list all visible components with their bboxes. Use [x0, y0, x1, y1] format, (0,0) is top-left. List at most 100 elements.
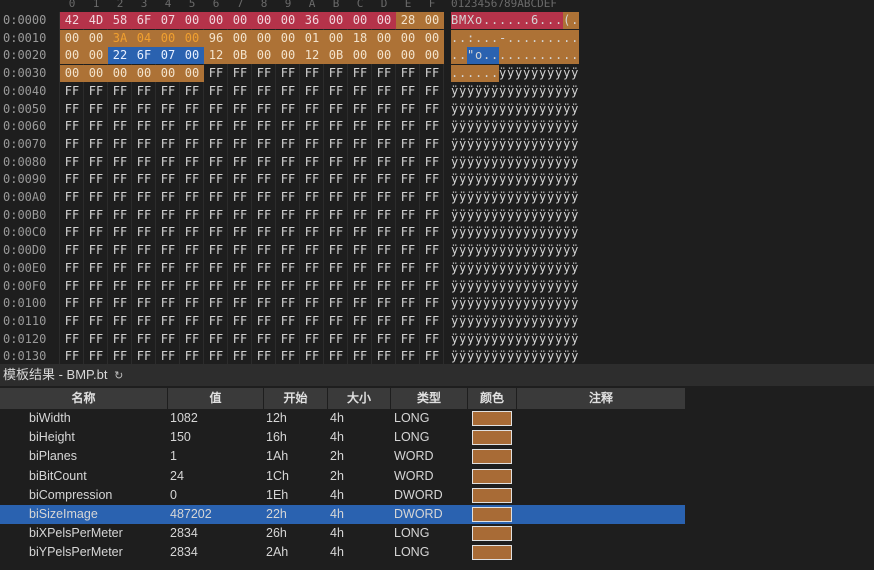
hex-byte[interactable]: FF — [276, 224, 300, 241]
hex-byte[interactable]: FF — [252, 348, 276, 364]
ascii-row[interactable]: .."o............ — [451, 47, 579, 64]
hex-byte[interactable]: FF — [396, 313, 420, 330]
ascii-row[interactable]: ÿÿÿÿÿÿÿÿÿÿÿÿÿÿÿÿ — [451, 101, 579, 118]
hex-byte[interactable]: FF — [324, 118, 348, 135]
hex-byte[interactable]: FF — [84, 136, 108, 153]
hex-byte[interactable]: FF — [228, 189, 252, 206]
hex-byte[interactable]: FF — [420, 331, 444, 348]
hex-byte[interactable]: FF — [252, 242, 276, 259]
hex-byte[interactable]: 00 — [324, 29, 348, 47]
ascii-row[interactable]: ÿÿÿÿÿÿÿÿÿÿÿÿÿÿÿÿ — [451, 313, 579, 330]
template-row[interactable]: biPlanes 1 1Ah 2h WORD — [0, 447, 685, 466]
template-row[interactable]: biCompression 0 1Eh 4h DWORD — [0, 486, 685, 505]
hex-byte[interactable]: FF — [276, 118, 300, 135]
hex-byte[interactable]: FF — [132, 348, 156, 364]
hex-byte[interactable]: FF — [252, 224, 276, 241]
hex-byte[interactable]: 00 — [276, 12, 300, 29]
hex-byte[interactable]: FF — [252, 83, 276, 100]
hex-byte[interactable]: FF — [60, 348, 84, 364]
hex-byte[interactable]: FF — [108, 295, 132, 312]
hex-byte[interactable]: FF — [60, 136, 84, 153]
hex-byte[interactable]: FF — [372, 348, 396, 364]
ascii-row[interactable]: ÿÿÿÿÿÿÿÿÿÿÿÿÿÿÿÿ — [451, 278, 579, 295]
hex-byte[interactable]: 0B — [228, 47, 252, 65]
hex-byte[interactable]: FF — [180, 278, 204, 295]
column-header[interactable]: 名称 — [0, 388, 167, 409]
hex-byte[interactable]: FF — [420, 295, 444, 312]
template-row[interactable]: biHeight 150 16h 4h LONG — [0, 428, 685, 447]
hex-byte[interactable]: 00 — [396, 47, 420, 65]
hex-byte[interactable]: FF — [396, 154, 420, 171]
hex-byte[interactable]: 96 — [204, 29, 228, 47]
hex-byte[interactable]: 00 — [204, 12, 228, 29]
ascii-row[interactable]: ÿÿÿÿÿÿÿÿÿÿÿÿÿÿÿÿ — [451, 348, 579, 364]
hex-byte[interactable]: FF — [276, 295, 300, 312]
hex-byte[interactable]: FF — [420, 83, 444, 100]
hex-byte[interactable]: 00 — [348, 47, 372, 65]
hex-byte[interactable]: 42 — [60, 12, 84, 29]
hex-byte[interactable]: FF — [324, 83, 348, 100]
hex-byte[interactable]: FF — [252, 101, 276, 118]
hex-byte[interactable]: 00 — [372, 47, 396, 65]
hex-byte[interactable]: FF — [204, 224, 228, 241]
column-header[interactable]: 值 — [168, 388, 263, 409]
hex-byte[interactable]: FF — [156, 295, 180, 312]
hex-byte[interactable]: FF — [372, 278, 396, 295]
color-swatch[interactable] — [472, 411, 512, 426]
hex-byte[interactable]: FF — [228, 171, 252, 188]
color-swatch[interactable] — [472, 449, 512, 465]
hex-byte[interactable]: 00 — [84, 29, 108, 47]
hex-byte[interactable]: FF — [108, 260, 132, 277]
hex-byte[interactable]: FF — [156, 171, 180, 188]
hex-byte[interactable]: FF — [228, 136, 252, 153]
hex-byte[interactable]: FF — [228, 65, 252, 82]
hex-byte[interactable]: FF — [204, 348, 228, 364]
hex-byte[interactable]: FF — [276, 313, 300, 330]
hex-byte[interactable]: FF — [348, 348, 372, 364]
hex-byte[interactable]: 00 — [396, 29, 420, 47]
hex-byte[interactable]: FF — [276, 101, 300, 118]
hex-byte[interactable]: FF — [228, 313, 252, 330]
ascii-row[interactable]: ÿÿÿÿÿÿÿÿÿÿÿÿÿÿÿÿ — [451, 136, 579, 153]
hex-byte[interactable]: FF — [300, 65, 324, 82]
hex-byte[interactable]: FF — [348, 171, 372, 188]
hex-byte[interactable]: FF — [420, 118, 444, 135]
hex-byte[interactable]: FF — [180, 154, 204, 171]
hex-byte[interactable]: FF — [324, 189, 348, 206]
hex-byte[interactable]: 00 — [60, 65, 84, 83]
hex-byte[interactable]: FF — [108, 83, 132, 100]
hex-byte[interactable]: FF — [132, 154, 156, 171]
hex-byte[interactable]: FF — [108, 242, 132, 259]
hex-byte[interactable]: FF — [252, 207, 276, 224]
hex-byte[interactable]: FF — [228, 295, 252, 312]
hex-byte[interactable]: FF — [180, 171, 204, 188]
hex-byte[interactable]: FF — [108, 118, 132, 135]
hex-byte[interactable]: 22 — [108, 47, 132, 65]
hex-byte[interactable]: FF — [156, 207, 180, 224]
hex-byte[interactable]: 07 — [156, 47, 180, 65]
hex-byte[interactable]: FF — [324, 278, 348, 295]
hex-byte[interactable]: FF — [204, 118, 228, 135]
hex-byte[interactable]: 00 — [156, 65, 180, 83]
hex-byte[interactable]: FF — [372, 260, 396, 277]
hex-byte[interactable]: FF — [60, 278, 84, 295]
hex-byte[interactable]: FF — [156, 136, 180, 153]
hex-byte[interactable]: FF — [372, 118, 396, 135]
hex-byte[interactable]: FF — [252, 189, 276, 206]
hex-byte[interactable]: FF — [228, 260, 252, 277]
hex-byte[interactable]: FF — [204, 207, 228, 224]
hex-byte[interactable]: 00 — [180, 65, 204, 83]
hex-byte[interactable]: FF — [252, 313, 276, 330]
hex-byte[interactable]: FF — [420, 278, 444, 295]
hex-editor-view[interactable]: 0 1 2 3 4 5 6 7 8 9 A B C D E F 0123456789ABCDEF 0:0000 42… — [0, 0, 874, 364]
hex-byte[interactable]: FF — [108, 136, 132, 153]
hex-byte[interactable]: FF — [252, 154, 276, 171]
hex-byte[interactable]: 00 — [252, 12, 276, 29]
hex-byte[interactable]: FF — [252, 295, 276, 312]
hex-byte[interactable]: 28 — [396, 12, 420, 29]
hex-byte[interactable]: FF — [276, 260, 300, 277]
hex-byte[interactable]: FF — [276, 242, 300, 259]
hex-byte[interactable]: FF — [372, 295, 396, 312]
color-swatch[interactable] — [472, 487, 512, 503]
hex-byte[interactable]: FF — [108, 171, 132, 188]
